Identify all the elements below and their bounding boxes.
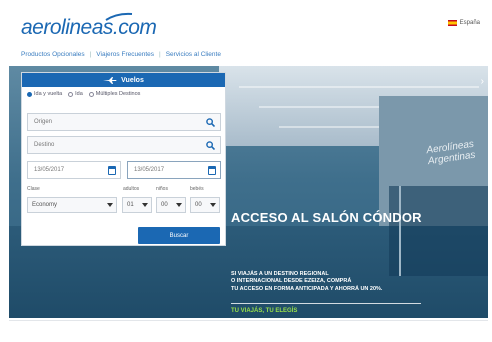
depart-date-input[interactable]: 13/05/2017: [27, 161, 121, 179]
search-icon[interactable]: [206, 118, 215, 127]
site-logo[interactable]: aerolineas.com: [21, 16, 157, 40]
language-selector[interactable]: España: [447, 20, 480, 26]
return-date-input[interactable]: 13/05/2017: [127, 161, 221, 179]
origin-input[interactable]: Origen: [27, 113, 221, 131]
trip-type-label: Ida: [75, 91, 83, 97]
nav-item-viajeros[interactable]: Viajeros Frecuentes: [91, 51, 159, 58]
radio-selected-icon: [27, 91, 32, 97]
adults-select[interactable]: 01: [122, 197, 152, 213]
airplane-icon: [103, 76, 117, 84]
page: aerolineas.com España Productos Opcional…: [9, 8, 488, 338]
chevron-down-icon: [107, 203, 113, 207]
destination-placeholder: Destino: [34, 142, 55, 148]
flight-search-widget: Vuelos Ida y vuelta Ida Múltiples Destin…: [21, 72, 226, 246]
hero-title: ACCESO AL SALÓN CÓNDOR: [231, 210, 422, 225]
nav-item-servicios[interactable]: Servicios al Cliente: [161, 51, 226, 58]
trip-type-options: Ida y vuelta Ida Múltiples Destinos: [22, 87, 225, 101]
logo-swoosh-icon: [105, 12, 133, 21]
trip-type-multi[interactable]: Múltiples Destinos: [88, 91, 141, 97]
chevron-down-icon: [210, 203, 216, 207]
ceiling-beam: [239, 86, 479, 88]
adults-label: adultos: [123, 186, 140, 192]
trip-type-label: Múltiples Destinos: [95, 91, 141, 97]
hero-copy-line: TU ACCESO EN FORMA ANTICIPADA Y AHORRÁ U…: [231, 285, 383, 292]
footer-strip: [9, 320, 488, 338]
nav-item-productos[interactable]: Productos Opcionales: [21, 51, 90, 58]
header: aerolineas.com España Productos Opcional…: [9, 8, 488, 64]
hero-copy-line: O INTERNACIONAL DESDE EZEIZA, COMPRÁ: [231, 278, 352, 285]
chevron-down-icon: [176, 203, 182, 207]
destination-input[interactable]: Destino: [27, 136, 221, 154]
adults-value: 01: [127, 202, 134, 208]
glass-panel: [389, 186, 488, 276]
calendar-icon[interactable]: [208, 166, 216, 175]
hero-copy: SI VIAJÁS A UN DESTINO REGIONAL O INTERN…: [231, 271, 431, 293]
widget-header: Vuelos: [22, 73, 225, 87]
infants-value: 00: [195, 202, 202, 208]
widget-title: Vuelos: [121, 76, 144, 84]
search-icon[interactable]: [206, 141, 215, 150]
children-select[interactable]: 00: [156, 197, 186, 213]
glass-rail: [399, 186, 401, 276]
children-value: 00: [161, 202, 168, 208]
chevron-down-icon: [142, 203, 148, 207]
trip-type-label: Ida y vuelta: [34, 91, 63, 97]
class-label: Clase: [27, 186, 40, 192]
children-label: niños: [156, 186, 168, 192]
class-value: Economy: [32, 202, 58, 208]
carousel-next-icon[interactable]: ›: [481, 76, 484, 87]
calendar-icon[interactable]: [108, 166, 116, 175]
trip-type-roundtrip[interactable]: Ida y vuelta: [27, 91, 62, 97]
radio-icon: [68, 91, 74, 97]
infants-label: bebés: [190, 186, 204, 192]
class-select[interactable]: Economy: [27, 197, 117, 213]
depart-date-value: 13/05/2017: [34, 167, 65, 173]
main-nav: Productos Opcionales | Viajeros Frecuent…: [21, 51, 226, 58]
radio-icon: [88, 91, 94, 97]
trip-type-oneway[interactable]: Ida: [68, 91, 83, 97]
spain-flag-icon: [447, 20, 457, 26]
language-label: España: [459, 20, 480, 26]
hero-divider: [231, 303, 421, 304]
return-date-value: 13/05/2017: [134, 167, 165, 173]
search-button[interactable]: Buscar: [138, 227, 220, 244]
hero-slogan: TU VIAJÁS, TU ELEGÍS: [231, 308, 298, 314]
infants-select[interactable]: 00: [190, 197, 220, 213]
origin-placeholder: Origen: [34, 119, 53, 125]
